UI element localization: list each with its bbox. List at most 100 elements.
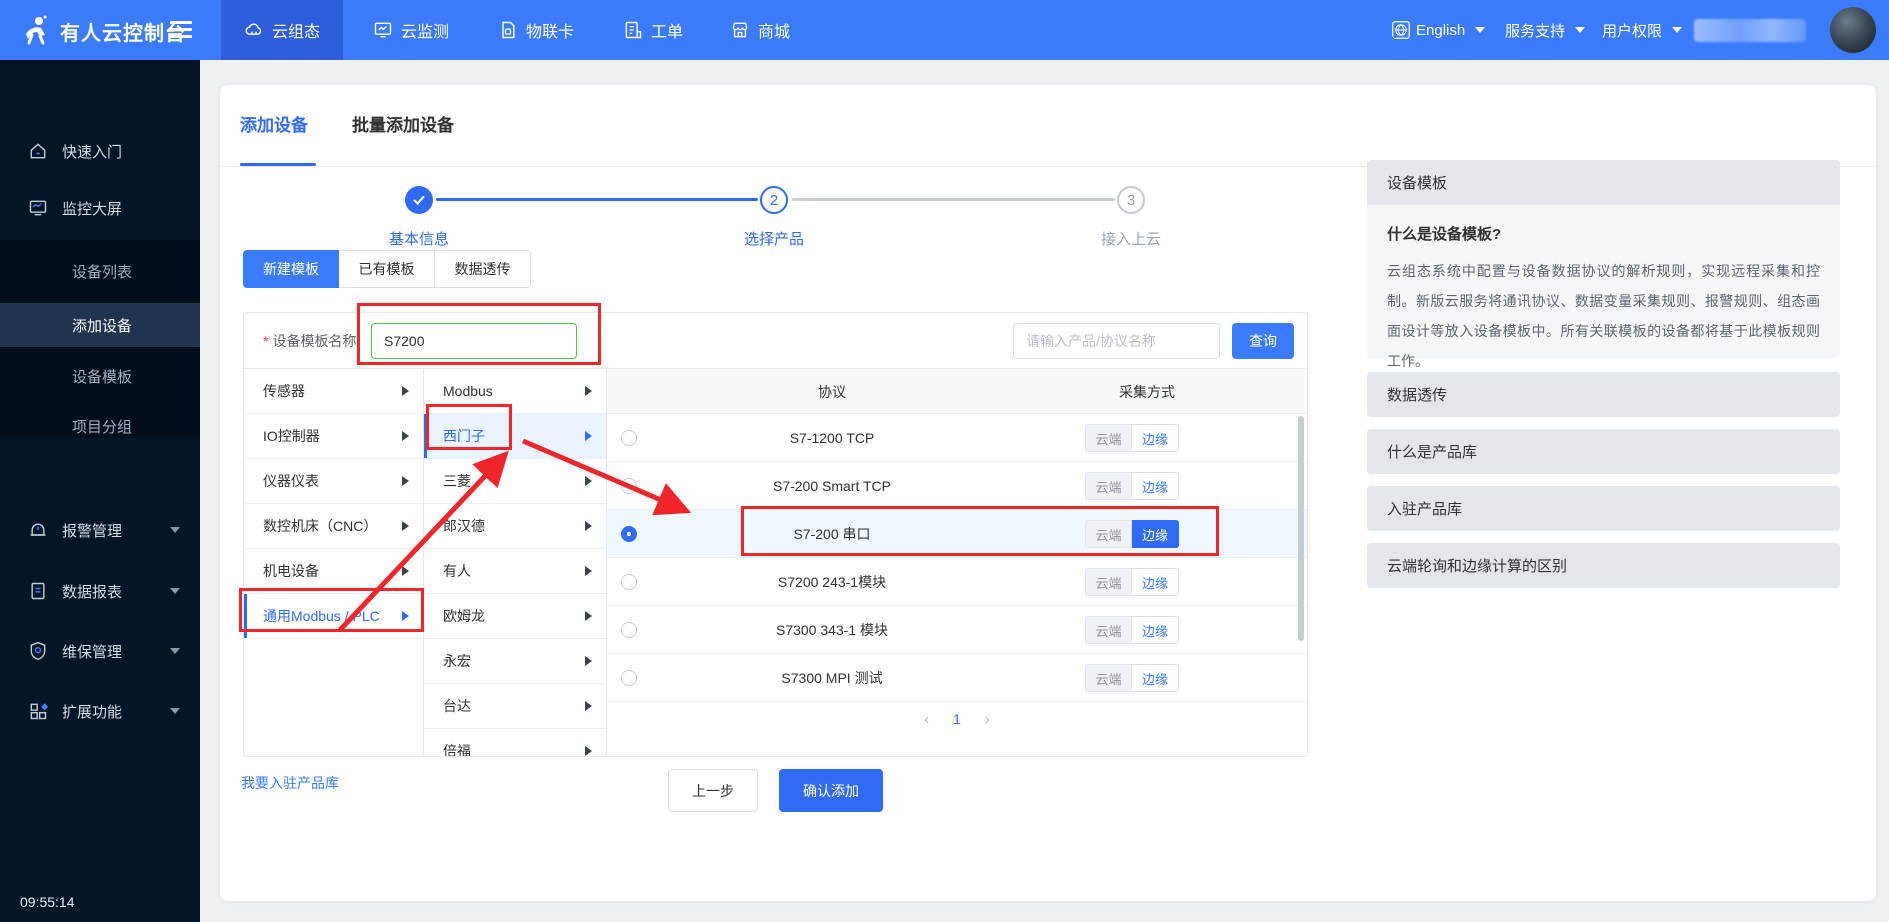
cloud-mode-button[interactable]: 云端 (1085, 520, 1132, 548)
edge-mode-button[interactable]: 边缘 (1132, 568, 1179, 596)
tab-data-passthrough[interactable]: 数据透传 (435, 250, 531, 288)
previous-step-button[interactable]: 上一步 (668, 769, 758, 812)
page-current[interactable]: 1 (953, 711, 961, 727)
help-panel-what-is-product-library[interactable]: 什么是产品库 (1367, 429, 1840, 474)
query-button[interactable]: 查询 (1232, 323, 1294, 359)
search-input[interactable] (1013, 323, 1220, 359)
sidebar-item-device-template[interactable]: 设备模板 (0, 354, 200, 398)
category-electromechanical[interactable]: 机电设备 (244, 549, 423, 594)
edge-mode-button-active[interactable]: 边缘 (1132, 520, 1179, 548)
join-product-library-link[interactable]: 我要入驻产品库 (241, 773, 339, 793)
brand-modbus[interactable]: Modbus (424, 369, 606, 414)
sidebar-item-maintenance[interactable]: 维保管理 (0, 629, 200, 673)
chevron-down-icon (1672, 27, 1682, 33)
cloud-mode-button[interactable]: 云端 (1085, 424, 1132, 452)
protocol-row[interactable]: S7300 343-1 模块 云端边缘 (607, 606, 1307, 654)
sidebar: 快速入门 监控大屏 设备管理 设备列表 添加设备 设备模板 项目分组 报警管理 … (0, 60, 200, 922)
protocol-table: 协议 采集方式 S7-1200 TCP 云端边缘 S7-200 Smart TC… (607, 369, 1307, 757)
main-card: 添加设备 批量添加设备 2 3 基本信息 选择产品 接入上云 新建模板 已有模板… (220, 85, 1876, 901)
help-panel-cloud-vs-edge[interactable]: 云端轮询和边缘计算的区别 (1367, 543, 1840, 588)
confirm-add-button[interactable]: 确认添加 (779, 769, 883, 812)
apps-grid-icon (28, 701, 48, 721)
hamburger-menu-icon[interactable] (170, 21, 192, 39)
arrow-right-icon (585, 521, 592, 531)
nav-tab-iot-card[interactable]: 物联卡 (480, 0, 592, 60)
help-panel-join-product-library[interactable]: 入驻产品库 (1367, 486, 1840, 531)
protocol-row-selected[interactable]: S7-200 串口 云端边缘 (607, 510, 1307, 558)
category-io-controller[interactable]: IO控制器 (244, 414, 423, 459)
edge-mode-button[interactable]: 边缘 (1132, 472, 1179, 500)
edge-mode-button[interactable]: 边缘 (1132, 664, 1179, 692)
brand-siemens[interactable]: 西门子 (424, 414, 606, 459)
pagination: ‹ 1 › (607, 703, 1307, 735)
sidebar-item-add-device[interactable]: 添加设备 (0, 303, 200, 347)
sidebar-item-device-list[interactable]: 设备列表 (0, 249, 200, 293)
template-name-row: * 设备模板名称 查询 (244, 313, 1307, 369)
tab-existing-template[interactable]: 已有模板 (339, 250, 435, 288)
page-prev[interactable]: ‹ (924, 711, 929, 728)
sidebar-item-project-group[interactable]: 项目分组 (0, 404, 200, 448)
brand-delta[interactable]: 台达 (424, 684, 606, 729)
tab-add-device[interactable]: 添加设备 (240, 111, 308, 136)
nav-tab-work-order[interactable]: 工单 (605, 0, 701, 60)
cloud-mode-button[interactable]: 云端 (1085, 472, 1132, 500)
cloud-mode-button[interactable]: 云端 (1085, 664, 1132, 692)
nav-tab-mall[interactable]: 商城 (712, 0, 808, 60)
language-menu[interactable]: English (1392, 0, 1485, 60)
device-submenu: 设备列表 添加设备 设备模板 项目分组 (0, 240, 200, 438)
category-sensor[interactable]: 传感器 (244, 369, 423, 414)
tab-new-template[interactable]: 新建模板 (243, 250, 339, 288)
category-cnc[interactable]: 数控机床（CNC） (244, 504, 423, 549)
report-icon (28, 581, 48, 601)
tab-batch-add-device[interactable]: 批量添加设备 (352, 111, 454, 136)
cloud-mode-button[interactable]: 云端 (1085, 568, 1132, 596)
usr-logo-icon (20, 14, 52, 46)
edge-mode-button[interactable]: 边缘 (1132, 424, 1179, 452)
edge-mode-button[interactable]: 边缘 (1132, 616, 1179, 644)
cloud-mode-button[interactable]: 云端 (1085, 616, 1132, 644)
step-line-pending (792, 198, 1115, 201)
protocol-row[interactable]: S7-200 Smart TCP 云端边缘 (607, 462, 1307, 510)
chevron-down-icon (170, 527, 180, 533)
scrollbar[interactable] (1298, 416, 1304, 641)
chevron-down-icon (170, 708, 180, 714)
protocol-row[interactable]: S7-1200 TCP 云端边缘 (607, 414, 1307, 462)
clock-time: 09:55:14 (20, 894, 75, 910)
chevron-down-icon (170, 588, 180, 594)
sidebar-item-quick-start[interactable]: 快速入门 (0, 129, 200, 173)
sidebar-item-monitor-screen[interactable]: 监控大屏 (0, 186, 200, 230)
category-instrument[interactable]: 仪器仪表 (244, 459, 423, 504)
alarm-bell-icon (28, 520, 48, 540)
support-menu[interactable]: 服务支持 (1505, 0, 1585, 60)
check-icon (412, 193, 426, 207)
help-panel-device-template[interactable]: 设备模板 (1367, 160, 1840, 205)
avatar[interactable] (1830, 7, 1876, 53)
brand-beckhoff[interactable]: 倍福 (424, 729, 606, 757)
permissions-menu[interactable]: 用户权限 (1602, 0, 1682, 60)
protocol-row[interactable]: S7200 243-1模块 云端边缘 (607, 558, 1307, 606)
nav-tab-cloud-scada[interactable]: 云组态 (221, 0, 343, 60)
brand-usr[interactable]: 有人 (424, 549, 606, 594)
brand-mitsubishi[interactable]: 三菱 (424, 459, 606, 504)
category-generic-modbus-plc[interactable]: 通用Modbus / PLC (244, 594, 423, 639)
help-answer: 云组态系统中配置与设备数据协议的解析规则，实现远程采集和控制。新版云服务将通讯协… (1387, 256, 1820, 376)
step-line-done (436, 198, 758, 201)
sidebar-item-data-report[interactable]: 数据报表 (0, 569, 200, 613)
protocol-row[interactable]: S7300 MPI 测试 云端边缘 (607, 654, 1307, 702)
chevron-down-icon (1475, 27, 1485, 33)
page-next[interactable]: › (985, 711, 990, 728)
work-order-icon (623, 20, 643, 40)
nav-tab-cloud-monitor[interactable]: 云监测 (355, 0, 467, 60)
brand-lonhand[interactable]: 郎汉德 (424, 504, 606, 549)
brand-omron[interactable]: 欧姆龙 (424, 594, 606, 639)
selector-columns: 传感器 IO控制器 仪器仪表 数控机床（CNC） 机电设备 通用Modbus /… (244, 369, 1307, 757)
help-panel-data-passthrough[interactable]: 数据透传 (1367, 372, 1840, 417)
app-title: 有人云控制台 (60, 17, 186, 46)
template-name-input[interactable] (371, 323, 577, 359)
sidebar-item-alarm-management[interactable]: 报警管理 (0, 508, 200, 552)
arrow-right-icon (585, 431, 592, 441)
brand-fatek[interactable]: 永宏 (424, 639, 606, 684)
method-column-header: 采集方式 (1087, 369, 1207, 414)
sidebar-item-extensions[interactable]: 扩展功能 (0, 689, 200, 733)
step-3-label: 接入上云 (1071, 228, 1191, 249)
